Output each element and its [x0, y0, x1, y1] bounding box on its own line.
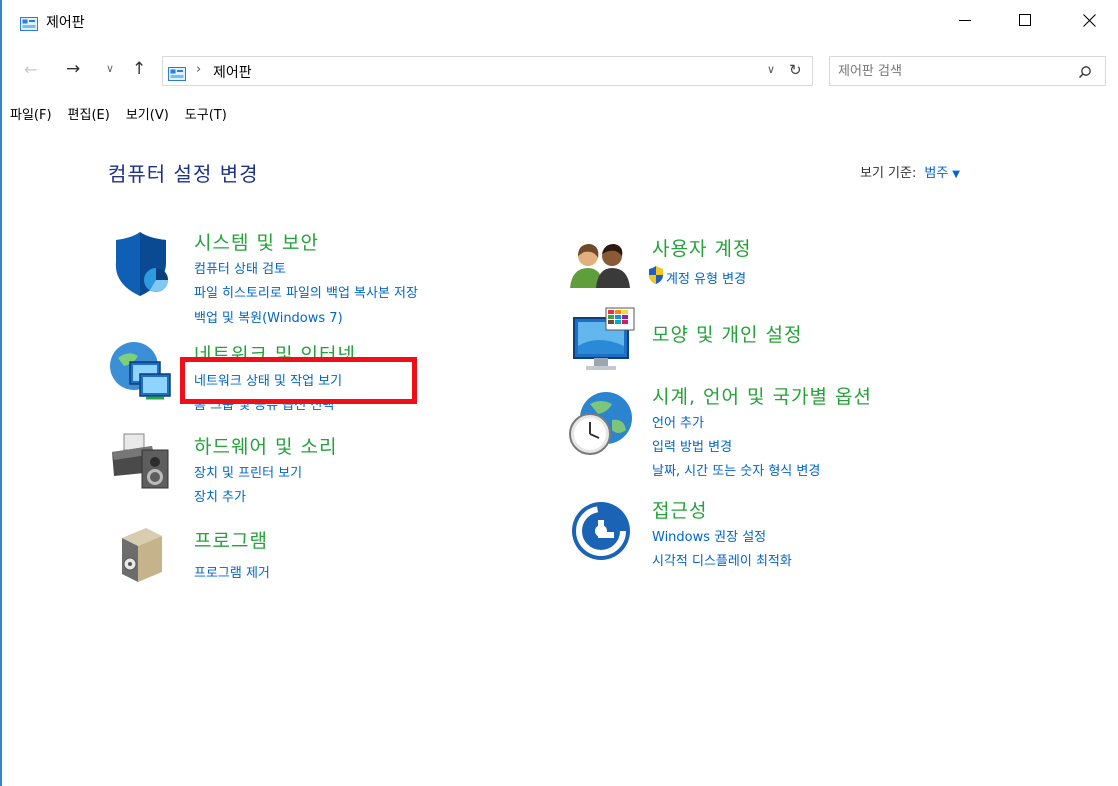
breadcrumb-control-panel[interactable]: 제어판 [213, 62, 252, 82]
link-uninstall-program[interactable]: 프로그램 제거 [194, 562, 270, 581]
window-title: 제어판 [46, 15, 85, 31]
maximize-button[interactable] [1002, 0, 1048, 40]
navigation-bar: ← → ∨ ↑ › 제어판 ∨ ↻ [2, 52, 1118, 92]
close-icon [1082, 13, 1096, 27]
network-globe-icon[interactable] [108, 340, 172, 408]
link-optimize-display[interactable]: 시각적 디스플레이 최적화 [652, 550, 792, 569]
globe-clock-icon[interactable] [568, 390, 634, 460]
back-button[interactable]: ← [24, 60, 37, 79]
link-change-date-time-format[interactable]: 날짜, 시간 또는 숫자 형식 변경 [652, 460, 820, 479]
control-panel-icon [20, 16, 38, 35]
recent-locations-button[interactable]: ∨ [106, 62, 114, 75]
control-panel-icon [168, 66, 186, 85]
link-change-account-type[interactable]: 계정 유형 변경 [666, 268, 746, 287]
link-view-network-status-highlighted[interactable]: 네트워크 상태 및 작업 보기 [194, 370, 342, 389]
printer-speaker-icon[interactable] [110, 432, 172, 494]
maximize-icon [1019, 14, 1031, 26]
page-title: 컴퓨터 설정 변경 [108, 162, 259, 186]
link-recommended-settings[interactable]: Windows 권장 설정 [652, 526, 766, 545]
view-by-dropdown[interactable]: 범주 [924, 166, 948, 181]
refresh-button[interactable]: ↻ [789, 61, 802, 79]
category-title-appearance[interactable]: 모양 및 개인 설정 [652, 320, 802, 347]
link-add-device[interactable]: 장치 추가 [194, 486, 246, 505]
category-title-clock-language-region[interactable]: 시계, 언어 및 국가별 옵션 [652, 382, 872, 409]
search-icon[interactable] [1078, 64, 1092, 83]
up-button[interactable]: ↑ [132, 59, 146, 79]
category-title-ease-of-access[interactable]: 접근성 [652, 496, 707, 523]
uac-shield-icon [648, 266, 664, 288]
display-personalization-icon[interactable] [572, 306, 636, 376]
breadcrumb-separator[interactable]: › [196, 62, 201, 77]
menu-tools[interactable]: 도구(T) [177, 100, 235, 124]
link-backup-restore[interactable]: 백업 및 복원(Windows 7) [194, 307, 343, 326]
view-by: 보기 기준: 범주 ▼ [860, 162, 960, 181]
minimize-button[interactable] [942, 0, 988, 40]
title-bar: 제어판 [2, 0, 1118, 40]
category-title-hardware-sound[interactable]: 하드웨어 및 소리 [194, 432, 337, 459]
control-panel-window: 제어판 ← → ∨ ↑ › 제어판 ∨ ↻ 제어판 검색 파일(F) 편집(E)… [0, 0, 1118, 786]
search-box[interactable] [829, 56, 1106, 86]
category-title-programs[interactable]: 프로그램 [194, 526, 268, 553]
link-file-history-backup[interactable]: 파일 히스토리로 파일의 백업 복사본 저장 [194, 282, 418, 301]
forward-button[interactable]: → [66, 59, 80, 79]
chevron-down-icon[interactable]: ▼ [952, 169, 960, 180]
address-dropdown-button[interactable]: ∨ [767, 63, 775, 76]
minimize-icon [959, 20, 971, 21]
users-icon[interactable] [570, 240, 632, 294]
close-button[interactable] [1066, 0, 1112, 40]
programs-box-icon[interactable] [118, 524, 166, 588]
ease-of-access-icon[interactable] [570, 500, 632, 566]
link-devices-printers[interactable]: 장치 및 프린터 보기 [194, 462, 302, 481]
link-change-input-method[interactable]: 입력 방법 변경 [652, 436, 732, 455]
menu-file[interactable]: 파일(F) [2, 100, 60, 124]
search-input[interactable] [838, 61, 1058, 81]
link-add-language[interactable]: 언어 추가 [652, 412, 704, 431]
shield-icon[interactable] [112, 232, 170, 302]
menu-view[interactable]: 보기(V) [118, 100, 177, 124]
view-by-label: 보기 기준: [860, 166, 917, 181]
category-title-user-accounts[interactable]: 사용자 계정 [652, 234, 751, 261]
address-bar[interactable]: › 제어판 ∨ ↻ [162, 56, 813, 86]
menu-edit[interactable]: 편집(E) [60, 100, 118, 124]
menu-bar: 파일(F) 편집(E) 보기(V) 도구(T) [2, 100, 235, 124]
link-review-computer-status[interactable]: 컴퓨터 상태 검토 [194, 258, 286, 277]
category-title-system-security[interactable]: 시스템 및 보안 [194, 228, 319, 255]
